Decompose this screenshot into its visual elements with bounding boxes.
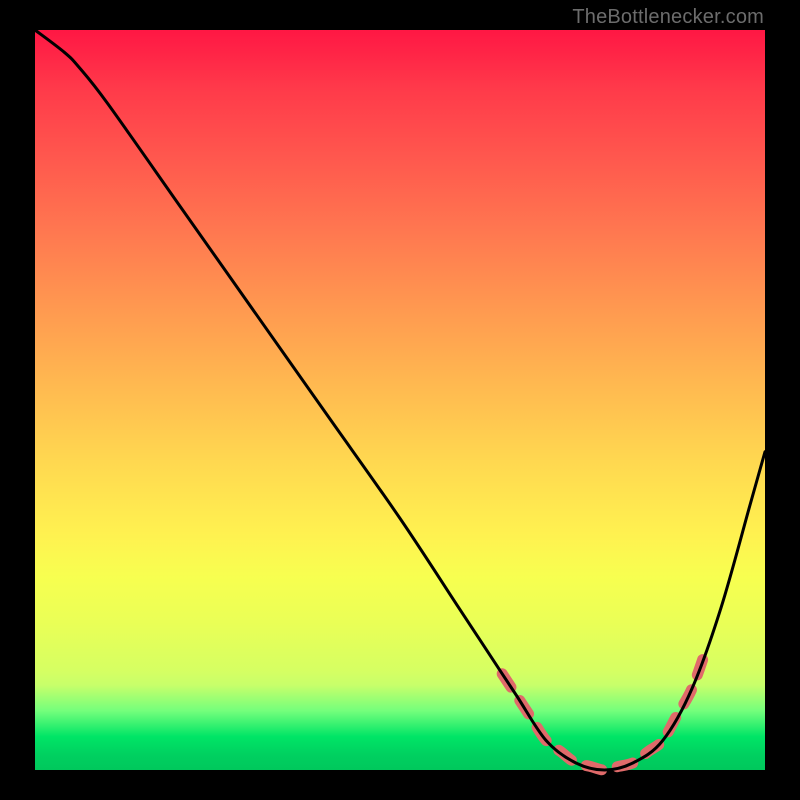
plot-area — [35, 30, 765, 770]
attribution-label: TheBottlenecker.com — [572, 6, 764, 29]
chart-frame: TheBottlenecker.com — [0, 0, 800, 800]
optimal-zone-dash — [502, 648, 706, 770]
curve-svg — [35, 30, 765, 770]
bottleneck-curve-line — [35, 30, 765, 770]
